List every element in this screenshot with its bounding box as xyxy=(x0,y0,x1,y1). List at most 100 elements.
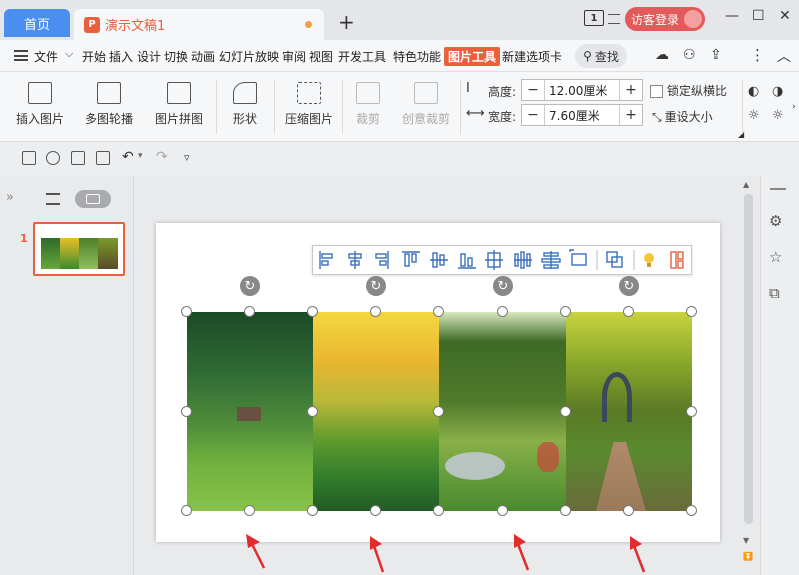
resize-handle[interactable] xyxy=(433,505,444,516)
creative-crop-button[interactable]: 创意裁剪 xyxy=(396,82,456,127)
menu-picture-tools[interactable]: 图片工具 xyxy=(444,47,501,66)
height-increment-button[interactable]: + xyxy=(620,80,642,100)
search-button[interactable]: ⚲ 查找 xyxy=(575,44,627,68)
chevron-down-icon[interactable]: ▾ xyxy=(138,151,143,161)
more-icon[interactable]: ⋮ xyxy=(750,46,765,64)
height-decrement-button[interactable]: − xyxy=(522,80,544,100)
contrast-icon[interactable]: ☼ xyxy=(772,108,784,123)
undo-icon[interactable]: ↶ xyxy=(122,149,134,165)
height-value[interactable]: 12.00厘米 xyxy=(544,80,620,100)
insert-picture-button[interactable]: 插入图片 xyxy=(10,82,70,127)
save-icon[interactable] xyxy=(22,151,36,165)
resize-handle[interactable] xyxy=(307,306,318,317)
menu-file[interactable]: 文件 xyxy=(34,48,58,65)
multi-outline-button[interactable]: 多图轮播 xyxy=(78,82,140,127)
resize-handle[interactable] xyxy=(560,406,571,417)
resize-handle[interactable] xyxy=(307,505,318,516)
vertical-scrollbar[interactable]: ▲ ▼ ⏬ xyxy=(742,176,756,575)
resize-handle[interactable] xyxy=(686,505,697,516)
scroll-down-icon[interactable]: ▼ xyxy=(743,536,749,545)
resize-handle[interactable] xyxy=(181,306,192,317)
width-value[interactable]: 7.60厘米 xyxy=(544,105,620,125)
animation-icon[interactable]: ☆ xyxy=(769,248,782,266)
tab-document[interactable]: P 演示文稿1 xyxy=(74,9,324,40)
collapse-ribbon-icon[interactable]: ︿ xyxy=(777,46,791,66)
resize-handle[interactable] xyxy=(433,406,444,417)
menu-features[interactable]: 特色功能 xyxy=(393,48,441,65)
resize-handle[interactable] xyxy=(686,406,697,417)
user-add-icon[interactable]: ⚇ xyxy=(683,47,696,63)
effects-icon[interactable]: ◐ xyxy=(748,84,759,99)
rotate-handle-icon[interactable]: ↻ xyxy=(366,276,386,296)
resize-handle[interactable] xyxy=(433,306,444,317)
customize-toolbar-icon[interactable]: ▿ xyxy=(184,151,190,164)
cloud-icon[interactable]: ☁ xyxy=(655,47,669,63)
resize-handle[interactable] xyxy=(181,406,192,417)
height-stepper[interactable]: − 12.00厘米 + xyxy=(521,79,643,101)
brightness-icon[interactable]: ☼ xyxy=(748,108,760,123)
menu-view[interactable]: 视图 xyxy=(309,48,333,65)
resize-handle[interactable] xyxy=(244,306,255,317)
menu-lines-icon[interactable] xyxy=(608,14,620,24)
rotate-handle-icon[interactable]: ↻ xyxy=(493,276,513,296)
window-count-badge[interactable]: 1 xyxy=(584,10,604,26)
menu-insert[interactable]: 插入 xyxy=(109,48,133,65)
photo-forest-cabin[interactable] xyxy=(187,312,313,511)
outline-view-icon[interactable] xyxy=(46,193,60,205)
share-icon[interactable]: ⇪ xyxy=(710,47,722,63)
resize-handle[interactable] xyxy=(370,306,381,317)
menu-animation[interactable]: 动画 xyxy=(191,48,215,65)
transition-icon[interactable]: ⧉ xyxy=(769,284,780,302)
shape-button[interactable]: 形状 xyxy=(224,82,266,127)
resize-handle[interactable] xyxy=(497,505,508,516)
login-button[interactable]: 访客登录 xyxy=(625,7,705,31)
color-icon[interactable]: ◑ xyxy=(772,84,783,99)
slides-view-toggle[interactable] xyxy=(75,190,111,208)
print-icon[interactable] xyxy=(71,151,85,165)
slide-thumbnail[interactable] xyxy=(33,222,125,276)
width-decrement-button[interactable]: − xyxy=(522,105,544,125)
width-stepper[interactable]: − 7.60厘米 + xyxy=(521,104,643,126)
properties-icon[interactable]: ⚙ xyxy=(769,212,782,230)
crop-button[interactable]: 裁剪 xyxy=(350,82,386,127)
menu-developer[interactable]: 开发工具 xyxy=(338,48,386,65)
reset-size-button[interactable]: ⤡ 重设大小 xyxy=(652,108,713,125)
photo-grass-closeup[interactable] xyxy=(313,312,439,511)
rotate-handle-icon[interactable]: ↻ xyxy=(619,276,639,296)
width-increment-button[interactable]: + xyxy=(620,105,642,125)
maximize-button[interactable]: ☐ xyxy=(752,8,765,24)
scroll-up-icon[interactable]: ▲ xyxy=(743,180,749,189)
rotate-handle-icon[interactable]: ↻ xyxy=(240,276,260,296)
picture-collage-button[interactable]: 图片拼图 xyxy=(148,82,210,127)
export-icon[interactable] xyxy=(46,151,60,165)
print-preview-icon[interactable] xyxy=(96,151,110,165)
resize-handle[interactable] xyxy=(497,306,508,317)
resize-handle[interactable] xyxy=(686,306,697,317)
chevron-down-icon[interactable]: ⌵ xyxy=(65,47,73,61)
resize-handle[interactable] xyxy=(244,505,255,516)
close-button[interactable]: ✕ xyxy=(779,8,791,24)
resize-handle[interactable] xyxy=(623,505,634,516)
hamburger-icon[interactable] xyxy=(14,50,28,61)
new-tab-button[interactable]: + xyxy=(338,10,355,34)
menu-home[interactable]: 开始 xyxy=(82,48,106,65)
resize-handle[interactable] xyxy=(307,406,318,417)
expand-panel-icon[interactable]: » xyxy=(6,190,14,205)
tab-home[interactable]: 首页 xyxy=(4,9,70,37)
resize-handle[interactable] xyxy=(623,306,634,317)
photo-tree-pond[interactable] xyxy=(439,312,566,511)
menu-design[interactable]: 设计 xyxy=(137,48,161,65)
chevron-right-icon[interactable]: › xyxy=(792,102,796,112)
resize-handle[interactable] xyxy=(560,505,571,516)
compress-picture-button[interactable]: 压缩图片 xyxy=(282,82,336,127)
menu-review[interactable]: 审阅 xyxy=(282,48,306,65)
page-down-icon[interactable]: ⏬ xyxy=(743,552,753,561)
menu-transition[interactable]: 切换 xyxy=(164,48,188,65)
redo-icon[interactable]: ↷ xyxy=(156,149,168,165)
scroll-thumb[interactable] xyxy=(744,194,753,524)
photo-forest-path[interactable] xyxy=(566,312,692,511)
lock-ratio-checkbox[interactable]: 锁定纵横比 xyxy=(650,82,727,99)
menu-slideshow[interactable]: 幻灯片放映 xyxy=(219,48,279,65)
resize-handle[interactable] xyxy=(560,306,571,317)
resize-handle[interactable] xyxy=(370,505,381,516)
